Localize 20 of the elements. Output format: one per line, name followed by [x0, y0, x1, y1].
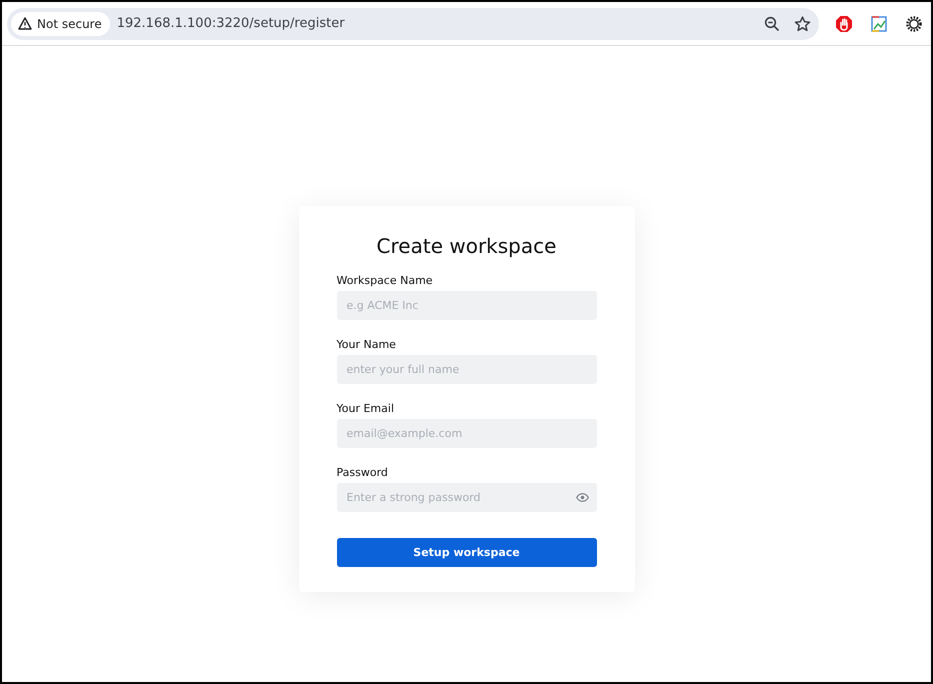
security-chip[interactable]: Not secure: [11, 12, 110, 36]
zoom-out-icon[interactable]: [764, 16, 780, 32]
field-label: Password: [336, 466, 389, 479]
field-label: Workspace Name: [336, 274, 434, 287]
star-icon[interactable]: [794, 16, 811, 32]
setup-button[interactable]: Setup workspace: [336, 538, 596, 567]
gear-icon[interactable]: [905, 14, 923, 32]
field-label: Your Name: [336, 338, 397, 351]
chart-image-icon[interactable]: [871, 16, 887, 32]
input-field[interactable]: email@example.com: [336, 419, 596, 448]
address-bar[interactable]: Not secure 192.168.1.100:3220/setup/register: [7, 8, 819, 40]
eye-icon[interactable]: [576, 493, 588, 502]
input-field[interactable]: Enter a strong password: [336, 483, 596, 512]
form-title: Create workspace: [376, 234, 558, 258]
hand-icon[interactable]: [835, 14, 853, 32]
input-field[interactable]: enter your full name: [336, 355, 596, 384]
url-text: 192.168.1.100:3220/setup/register: [116, 16, 346, 31]
input-field[interactable]: e.g ACME Inc: [336, 291, 596, 320]
field-label: Your Email: [336, 402, 395, 415]
warning-icon: [18, 17, 32, 30]
